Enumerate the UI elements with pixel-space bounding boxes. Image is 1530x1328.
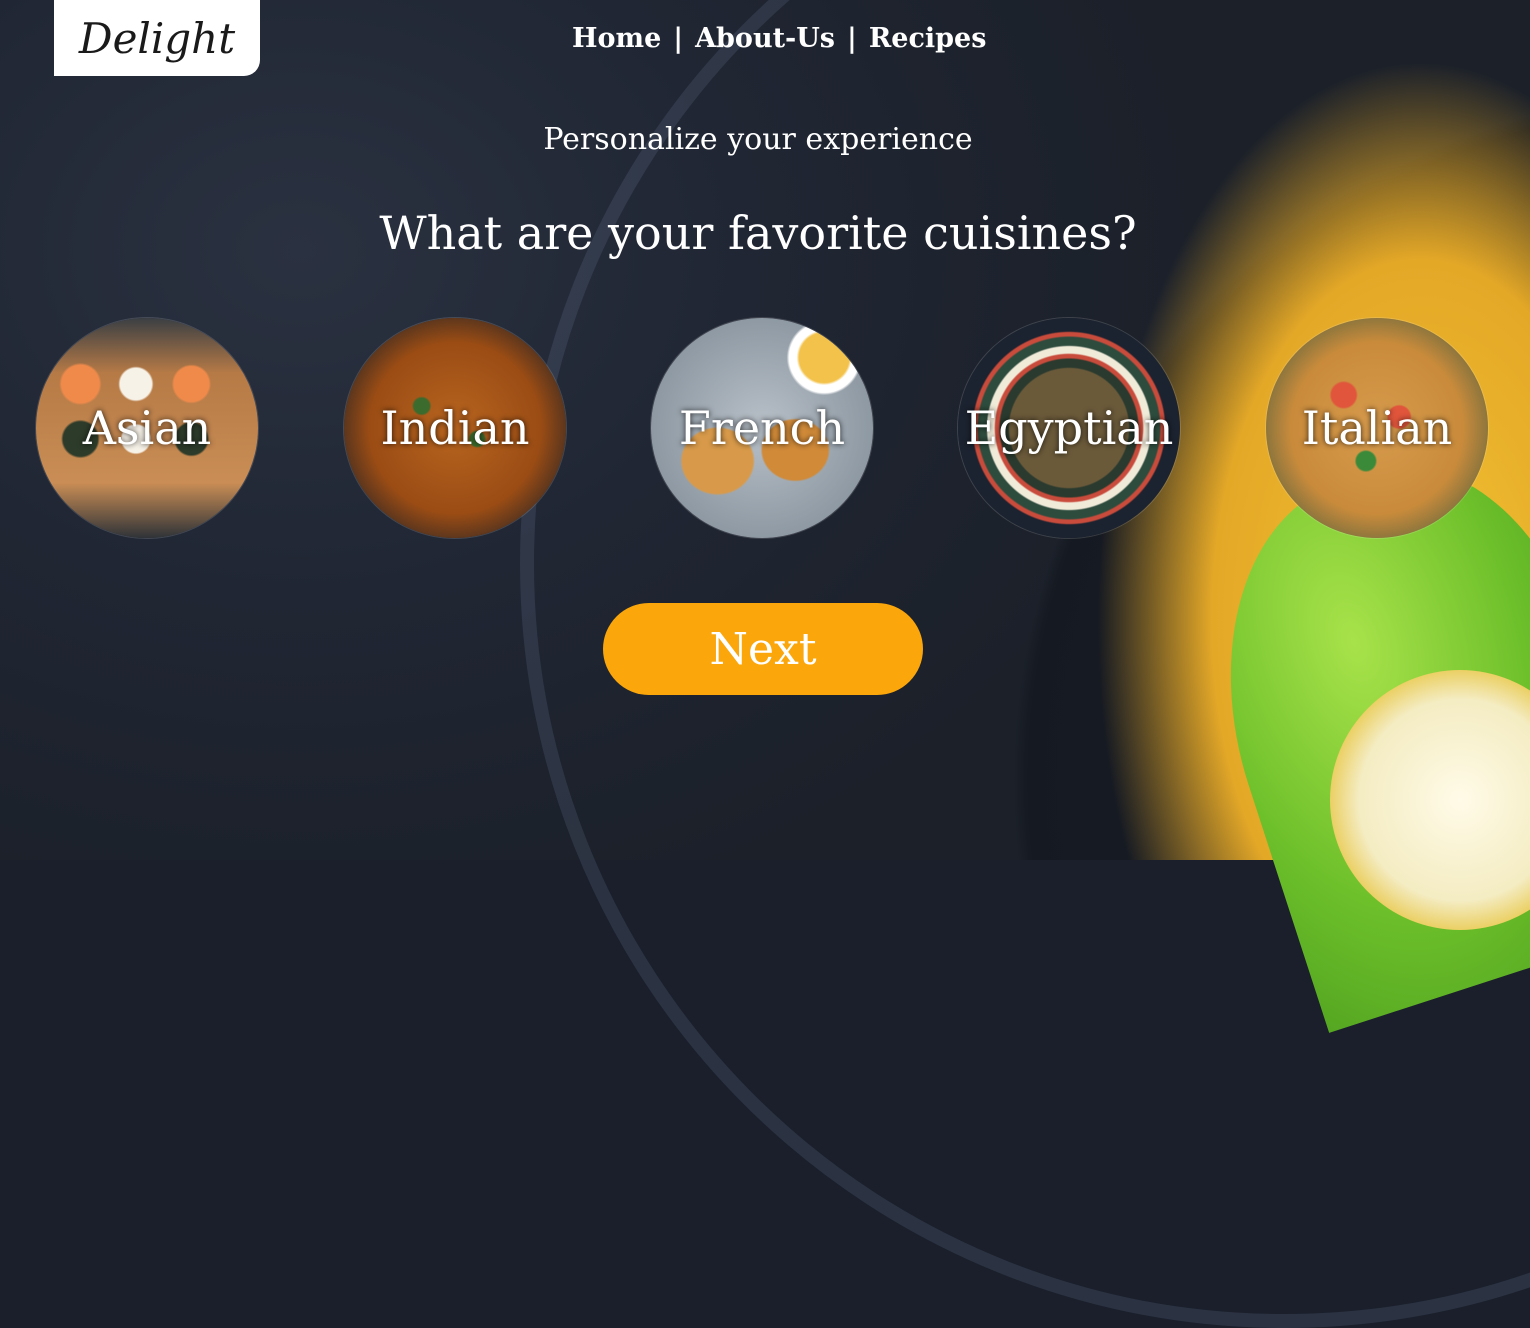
nav-recipes[interactable]: Recipes — [869, 23, 987, 54]
cuisine-option-indian[interactable]: Indian — [344, 318, 566, 538]
nav-about-us[interactable]: About-Us — [695, 23, 835, 54]
nav-separator: | — [673, 22, 684, 54]
nav-separator: | — [847, 22, 857, 54]
cuisine-label: Italian — [1301, 401, 1453, 455]
logo[interactable]: Delight — [54, 0, 260, 76]
cuisine-label: Indian — [380, 401, 530, 455]
nav-home[interactable]: Home — [572, 23, 661, 54]
cuisine-option-french[interactable]: French — [651, 318, 873, 538]
page-subtitle: Personalize your experience — [543, 122, 973, 157]
cuisine-label: Egyptian — [964, 401, 1174, 455]
cuisine-option-asian[interactable]: Asian — [36, 318, 258, 538]
logo-text: Delight — [78, 13, 236, 63]
cuisine-option-italian[interactable]: Italian — [1266, 318, 1488, 538]
cuisine-label: French — [678, 401, 846, 455]
next-button[interactable]: Next — [603, 603, 923, 695]
top-nav: Home | About-Us | Recipes — [572, 18, 986, 58]
cuisine-option-egyptian[interactable]: Egyptian — [958, 318, 1180, 538]
page-title: What are your favorite cuisines? — [379, 206, 1137, 260]
cuisine-label: Asian — [82, 401, 212, 455]
